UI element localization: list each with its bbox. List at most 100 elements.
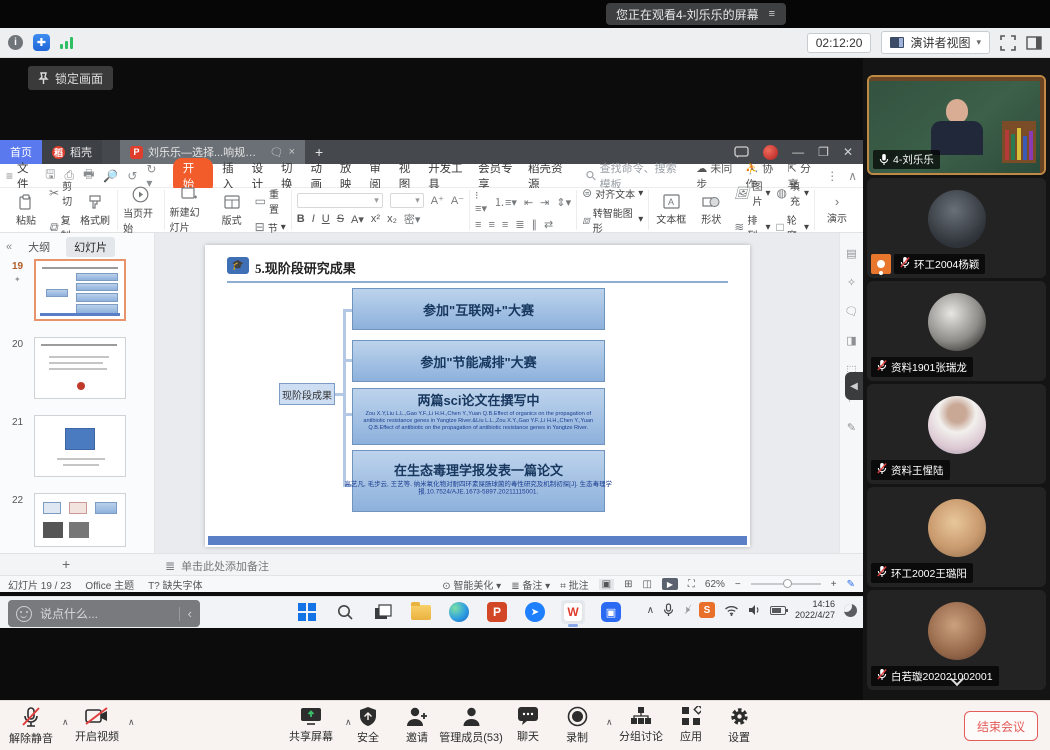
text-effects-button[interactable]: 密▾ [404,211,421,227]
security-shield-icon[interactable]: ✚ [33,34,50,51]
effects-icon[interactable]: ✧ [847,276,856,289]
missing-font-warning[interactable]: T? 缺失字体 [148,577,202,592]
record-button[interactable]: 录制 [551,706,603,745]
chat-collapse-icon[interactable]: ‹ [188,606,192,621]
close-icon[interactable]: ✕ [843,145,853,159]
cut-button[interactable]: ✂剪切 [49,178,72,208]
sorter-view-icon[interactable]: ⊞ [624,579,632,590]
task-view-icon[interactable] [371,600,395,624]
chat-quick-input[interactable]: 说点什么... ‹ [8,600,200,627]
subscript-button[interactable]: x₂ [387,213,397,225]
more-icon[interactable]: ⋮ [826,169,838,183]
preview-icon[interactable]: 🔎 [103,169,118,183]
bold-button[interactable]: B [297,213,305,225]
tab-outline[interactable]: 大纲 [20,237,58,257]
share-screen-button[interactable]: 共享屏幕 [280,706,342,744]
help-pane-icon[interactable]: ✎ [847,421,856,434]
diagram-root-box[interactable]: 现阶段成果 [279,383,335,405]
comment-pane-icon[interactable]: 🗨 [845,305,859,318]
fullscreen-icon[interactable] [1000,35,1016,51]
diagram-box-1[interactable]: 参加"互联网+"大赛 [352,288,605,330]
chat-button[interactable]: 聊天 [502,706,554,744]
night-mode-icon[interactable] [844,604,857,617]
taskbar-search-icon[interactable] [333,600,357,624]
watching-toast[interactable]: 您正在观看4-刘乐乐的屏幕 ≡ [606,3,786,25]
outdent-button[interactable]: ⇤ [524,196,533,209]
theme-name[interactable]: Office 主题 [85,577,134,592]
slide-thumbnail-21[interactable]: 21 [0,415,155,485]
new-slide-button[interactable]: 新建幻灯片 [170,186,209,234]
participant-tile[interactable]: 环工2002王璐阳 [867,487,1046,587]
settings-button[interactable]: 设置 [714,706,764,745]
comments-button[interactable]: ⌗ 批注 [560,577,588,592]
menu-insert[interactable]: 插入 [222,160,242,192]
panel-collapse-icon[interactable]: « [6,241,12,253]
manage-members-button[interactable]: 管理成员(53) [432,706,510,745]
battery-icon[interactable] [770,606,786,615]
toast-menu-icon[interactable]: ≡ [769,8,776,20]
superscript-button[interactable]: x² [371,213,380,225]
strikethrough-button[interactable]: S [337,213,344,225]
view-mode-button[interactable]: 演讲者视图 ▾ [881,31,990,54]
tab-docer[interactable]: 稻 稻壳 [42,140,102,164]
edge-browser-icon[interactable] [447,600,471,624]
menu-review[interactable]: 审阅 [369,160,389,192]
menu-animation[interactable]: 动画 [310,160,330,192]
underline-button[interactable]: U [322,213,330,225]
participant-tile[interactable]: 4-刘乐乐 [867,75,1046,175]
notes-button[interactable]: ≣ 备注 ▾ [511,577,550,592]
zoom-slider[interactable] [751,583,821,585]
tab-document[interactable]: P 刘乐乐—选择...响规律和机制 🗨 × [120,140,305,164]
shape-button[interactable]: 形状 [694,194,728,226]
font-size-select[interactable]: ▾ [390,193,424,208]
italic-button[interactable]: I [312,213,315,225]
tab-comment-icon[interactable]: 🗨 [270,146,284,159]
participant-tile[interactable]: 资料王惺陆 [867,384,1046,484]
slide-thumbnail-20[interactable]: 20 [0,337,155,407]
video-options-caret[interactable]: ∧ [128,717,135,728]
align-text-button[interactable]: ⊜对齐文本 ▾ [582,186,643,201]
zoom-level[interactable]: 62% [705,579,725,590]
sidebar-collapse-handle[interactable]: ◀ [845,372,863,400]
indent-button[interactable]: ⇥ [540,196,549,209]
increase-font-icon[interactable]: A⁺ [431,194,444,207]
start-video-button[interactable]: 开启视频 [68,706,126,744]
to-smartart-button[interactable]: ⧈转智能图形 ▾ [582,205,643,235]
undo-icon[interactable]: ↺ [127,169,137,183]
participant-tile[interactable]: 白若璇202021002001 [867,590,1046,690]
meeting-app-icon[interactable]: ▣ [599,600,623,624]
numbering-button[interactable]: ⒈≡▾ [494,194,517,210]
emoji-icon[interactable] [16,606,32,622]
message-badge-icon[interactable] [734,146,749,159]
restore-icon[interactable]: ❐ [818,145,829,159]
beautify-button[interactable]: ⊙ 智能美化 ▾ [442,577,501,592]
collapse-ribbon-icon[interactable]: ∧ [848,169,857,183]
blue-app-icon[interactable]: ➤ [523,600,547,624]
menu-docer-res[interactable]: 稻壳资源 [528,160,569,192]
slideshow-button[interactable]: ▶ [662,578,678,590]
tab-slides[interactable]: 幻灯片 [66,237,115,257]
menu-member[interactable]: 会员专享 [478,160,519,192]
tray-expand-icon[interactable]: ∧ [647,605,654,616]
align-right-button[interactable]: ≡ [502,219,508,231]
wifi-icon[interactable] [724,605,739,616]
play-current-button[interactable]: 当页开始 [123,186,159,235]
tray-mic-icon[interactable] [663,603,674,617]
diagram-box-4[interactable]: 在生态毒理学报发表一篇论文 高艺凡, 毛步云, 王艺等. 纳米氧化物对耐四环素屎… [352,450,605,512]
font-family-select[interactable]: ▾ [297,193,383,208]
participant-tile[interactable]: 环工2004杨颖 [867,178,1046,278]
annotate-pen-icon[interactable]: ✎ [847,579,855,590]
meeting-info-icon[interactable]: i [8,35,23,50]
paste-button[interactable]: 粘贴 [9,194,43,227]
textbox-button[interactable]: A 文本框 [654,194,688,226]
tray-capture-app-icon[interactable]: S [699,602,715,618]
apps-button[interactable]: 应用 [666,706,716,744]
format-painter-button[interactable]: 格式刷 [78,194,112,227]
slide-canvas[interactable]: 🎓 5.现阶段研究成果 现阶段成果 参加"互联网+"大赛 参加"节能减排"大赛 [205,245,750,547]
reset-button[interactable]: ▭重置 [255,186,286,216]
properties-icon[interactable]: ▤ [846,247,856,260]
layout-button[interactable]: 版式 [215,194,249,227]
tab-close-icon[interactable]: × [289,146,295,158]
account-avatar[interactable] [763,145,778,160]
cloud-sync-status[interactable]: ☁ 未同步 [696,160,735,192]
